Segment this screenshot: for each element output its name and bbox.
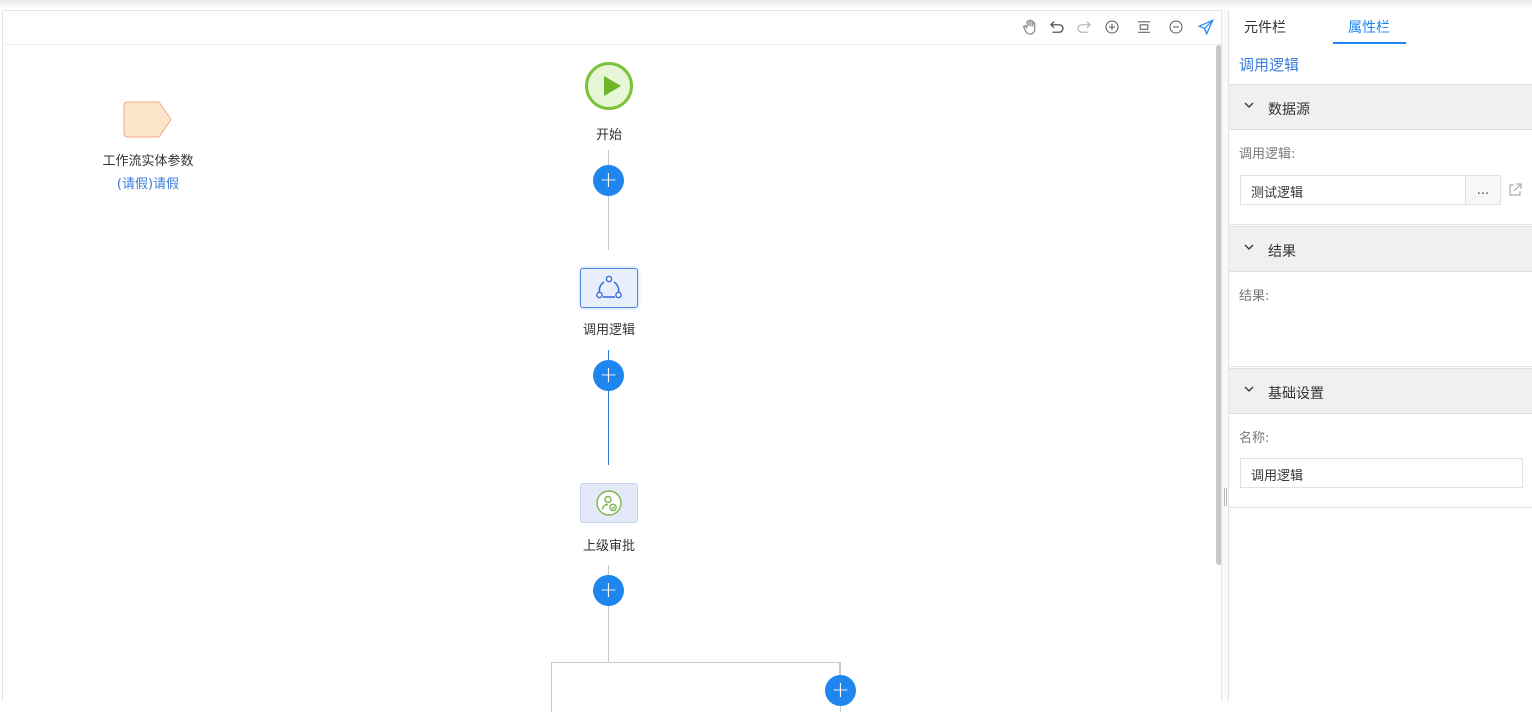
entity-subtitle[interactable]: (请假)请假 (88, 173, 208, 192)
section-divider (1229, 224, 1532, 225)
panel-title: 调用逻辑 (1239, 56, 1300, 74)
result-field-label: 结果: (1239, 289, 1270, 304)
entity-parameter-icon[interactable] (123, 101, 173, 138)
section-datasource-title: 数据源 (1268, 102, 1310, 118)
name-field[interactable]: 调用逻辑 (1240, 458, 1523, 488)
chevron-down-icon (1244, 386, 1254, 392)
section-datasource-header[interactable]: 数据源 (1229, 84, 1532, 130)
panel-splitter[interactable] (1221, 10, 1229, 701)
select-logic-button[interactable]: ... (1465, 175, 1501, 205)
top-shadow (0, 0, 1532, 8)
zoom-in-icon[interactable] (1102, 17, 1122, 37)
call-logic-node[interactable] (580, 268, 638, 308)
tab-components[interactable]: 元件栏 (1244, 17, 1286, 37)
chevron-down-icon (1244, 244, 1254, 250)
fit-icon[interactable] (1134, 17, 1154, 37)
panel-tabs: 元件栏 属性栏 (1229, 10, 1532, 44)
start-node-play-icon[interactable] (585, 62, 633, 110)
logic-cycle-icon (596, 275, 622, 299)
hand-icon[interactable] (1020, 17, 1040, 37)
entity-title: 工作流实体参数 (102, 154, 194, 169)
zoom-out-icon[interactable] (1166, 17, 1186, 37)
redo-icon[interactable] (1074, 17, 1094, 37)
property-panel: 元件栏 属性栏 调用逻辑 数据源 调用逻辑: 测试逻辑 ... 结果 结果: 基… (1229, 10, 1532, 701)
call-logic-label: 调用逻辑 (582, 323, 635, 338)
approval-label: 上级审批 (582, 539, 635, 554)
tab-properties[interactable]: 属性栏 (1348, 17, 1390, 37)
branch-container (551, 662, 841, 712)
name-field-label: 名称: (1239, 431, 1270, 446)
section-divider (1229, 507, 1532, 508)
undo-icon[interactable] (1047, 17, 1067, 37)
open-external-icon[interactable] (1507, 182, 1523, 198)
section-divider (1229, 366, 1532, 367)
add-branch-button[interactable]: + (825, 675, 856, 706)
call-logic-field[interactable]: 测试逻辑 (1240, 175, 1466, 205)
user-approve-icon (596, 490, 622, 516)
add-node-button[interactable]: + (593, 575, 624, 606)
approval-node[interactable] (580, 483, 638, 523)
add-node-button[interactable]: + (593, 165, 624, 196)
active-tab-indicator (1333, 42, 1406, 44)
section-result-header[interactable]: 结果 (1229, 226, 1532, 272)
section-result-title: 结果 (1268, 244, 1296, 260)
splitter-grip-icon[interactable] (1224, 488, 1227, 506)
send-icon[interactable] (1196, 17, 1216, 37)
section-basic-header[interactable]: 基础设置 (1229, 368, 1532, 414)
chevron-down-icon (1244, 102, 1254, 108)
start-label: 开始 (595, 128, 622, 143)
call-logic-field-label: 调用逻辑: (1239, 147, 1296, 162)
add-node-button[interactable]: + (593, 360, 624, 391)
canvas-toolbar (3, 11, 1221, 45)
section-basic-title: 基础设置 (1268, 386, 1324, 402)
